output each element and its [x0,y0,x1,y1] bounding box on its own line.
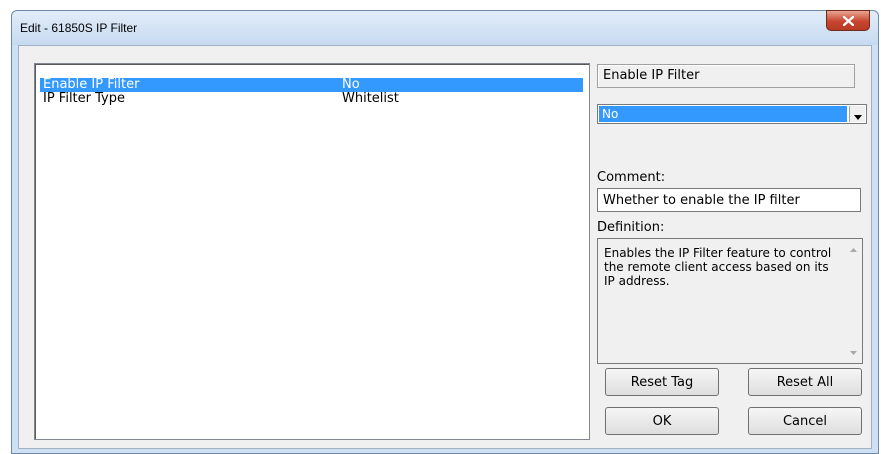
definition-text: Enables the IP Filter feature to control… [604,246,832,288]
comment-label: Comment: [597,170,666,185]
field-name-display: Enable IP Filter [597,64,855,88]
list-item-name: Enable IP Filter [43,77,140,92]
list-item[interactable]: Enable IP Filter No [40,78,583,92]
definition-label: Definition: [597,220,665,235]
close-button[interactable] [826,10,870,31]
dropdown-arrow-button[interactable] [849,106,865,122]
window-title: Edit - 61850S IP Filter [20,21,138,35]
dialog-client-area: Enable IP Filter No IP Filter Type White… [18,45,872,449]
list-item-name: IP Filter Type [43,91,125,106]
list-item[interactable]: IP Filter Type Whitelist [40,92,583,106]
scroll-up-arrow-icon[interactable] [845,241,862,258]
dialog-window: Edit - 61850S IP Filter Enable IP Filter… [11,10,879,454]
value-dropdown[interactable]: No [597,104,867,124]
parameter-list[interactable]: Enable IP Filter No IP Filter Type White… [34,63,590,440]
scroll-down-arrow-icon[interactable] [845,344,862,361]
comment-field[interactable] [597,188,861,212]
ok-button[interactable]: OK [605,407,719,435]
close-icon [842,15,854,26]
definition-scrollbar[interactable] [845,239,862,363]
reset-tag-button[interactable]: Reset Tag [605,368,719,396]
list-item-value: Whitelist [342,91,399,106]
definition-box: Enables the IP Filter feature to control… [597,238,863,364]
list-item-value: No [342,77,360,92]
chevron-down-icon [853,105,862,124]
dropdown-selected-value: No [599,106,847,122]
title-bar[interactable]: Edit - 61850S IP Filter [12,10,878,45]
cancel-button[interactable]: Cancel [748,407,862,435]
reset-all-button[interactable]: Reset All [748,368,862,396]
